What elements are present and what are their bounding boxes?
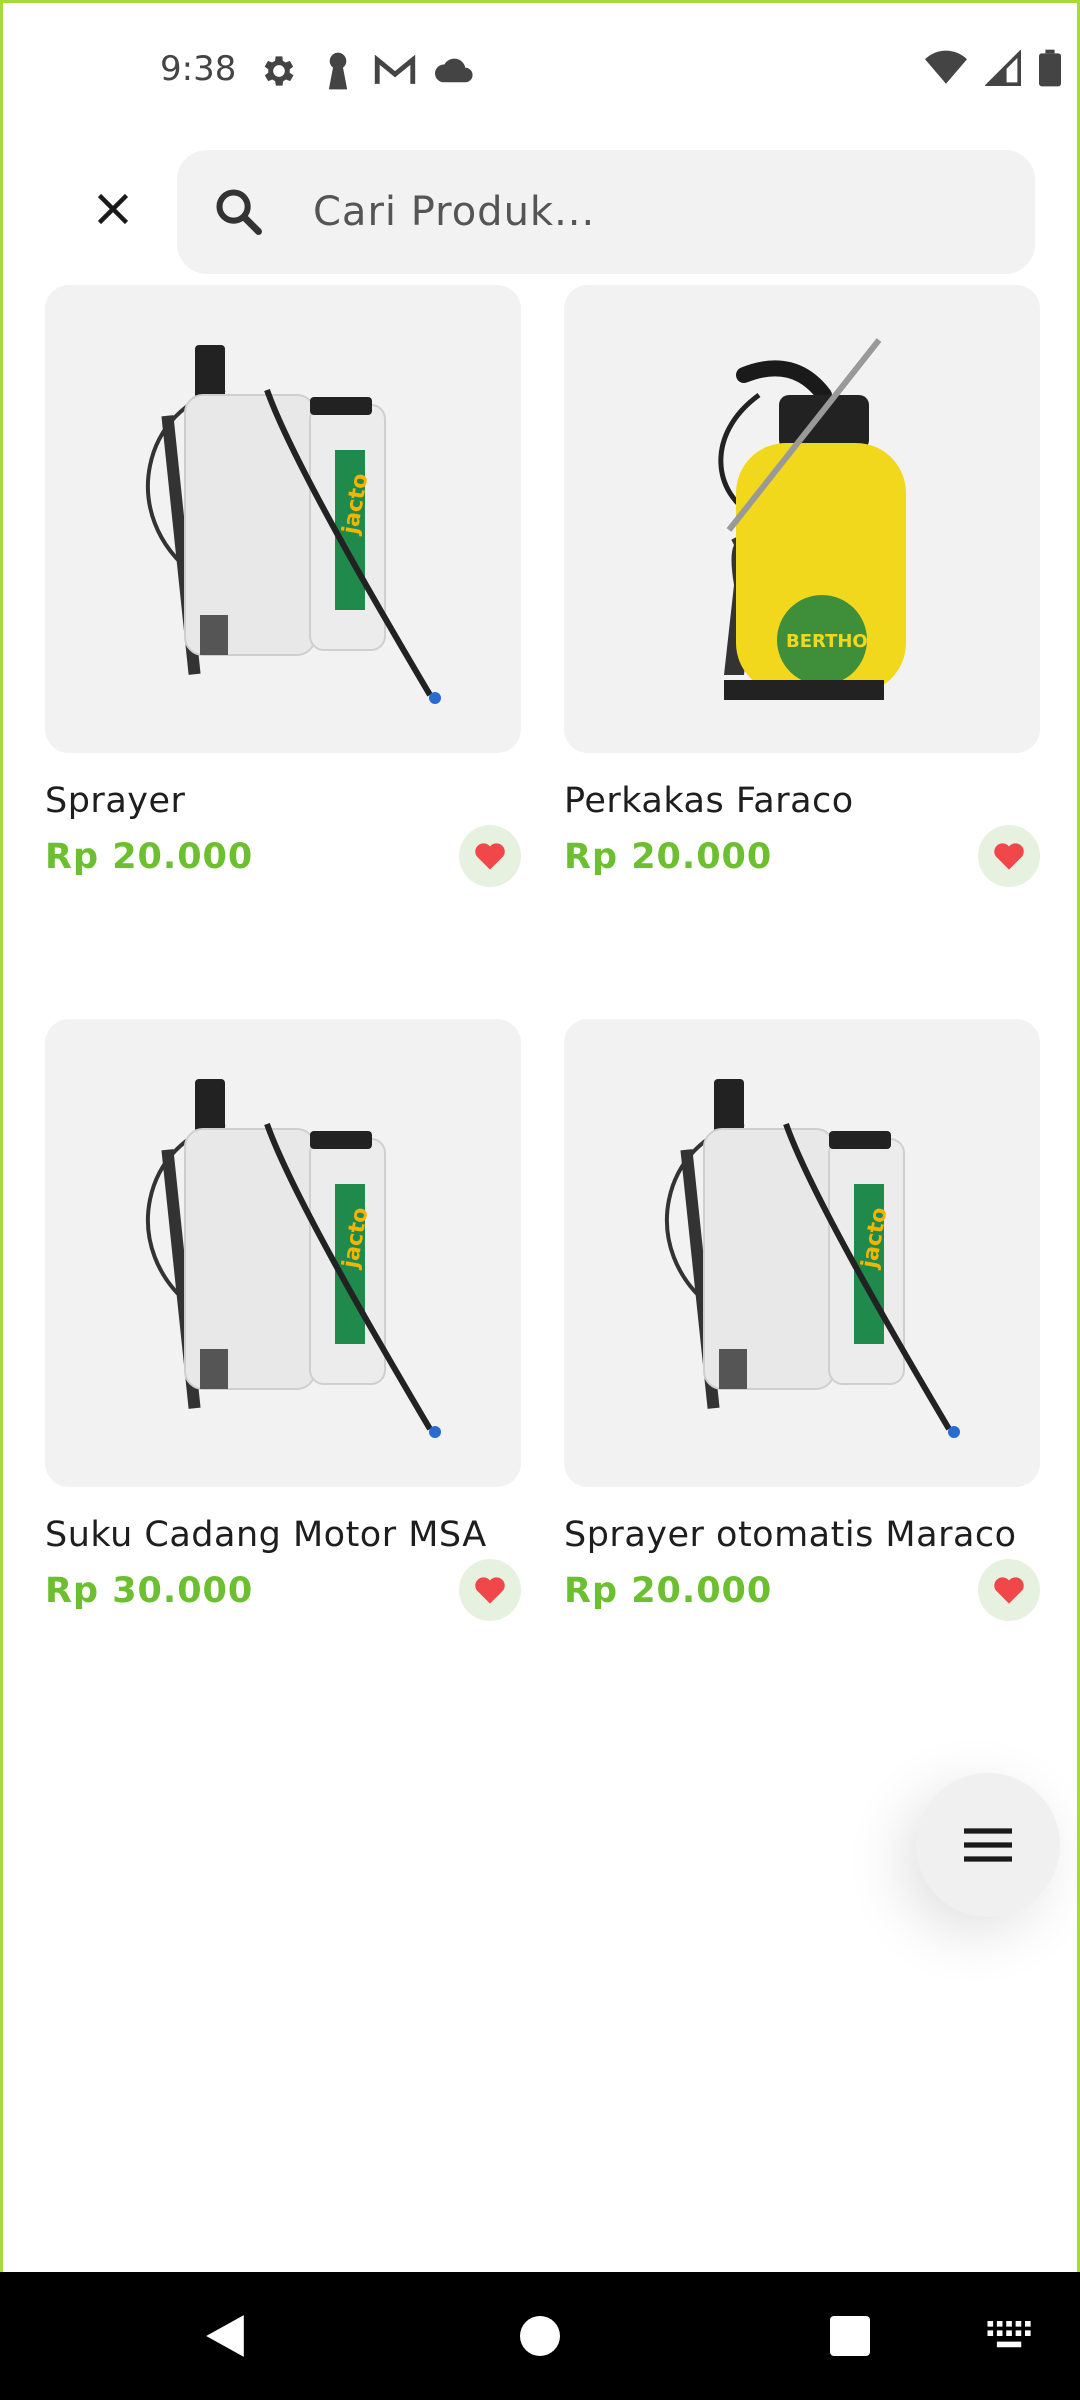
- back-icon: [206, 2315, 244, 2357]
- favorite-button[interactable]: [978, 825, 1040, 887]
- home-icon: [520, 2316, 560, 2356]
- favorite-button[interactable]: [978, 1559, 1040, 1621]
- backpack-sprayer-image: jacto: [146, 345, 441, 704]
- product-name: Perkakas Faraco: [564, 781, 854, 821]
- gmail-icon: [374, 54, 416, 84]
- signal-icon: [985, 50, 1021, 86]
- favorite-button[interactable]: [459, 1559, 521, 1621]
- product-image[interactable]: jacto: [45, 1019, 521, 1487]
- product-price: Rp 20.000: [564, 837, 773, 877]
- heart-icon: [994, 843, 1024, 870]
- product-price: Rp 20.000: [564, 1571, 773, 1611]
- menu-fab[interactable]: [916, 1773, 1060, 1917]
- status-time: 9:38: [160, 49, 237, 89]
- search-input[interactable]: [313, 178, 993, 246]
- heart-icon: [475, 1577, 505, 1604]
- backpack-sprayer-image: jacto: [665, 1079, 960, 1438]
- gear-icon: [264, 56, 294, 86]
- product-name: Sprayer: [45, 781, 186, 821]
- product-name: Sprayer otomatis Maraco: [564, 1515, 1017, 1555]
- system-nav-bar: [0, 2272, 1080, 2400]
- status-bar: 9:38: [3, 3, 1077, 139]
- nav-home-button[interactable]: [505, 2272, 575, 2400]
- app-screen: 9:38 jacto: [0, 0, 1080, 2272]
- product-card[interactable]: jacto Suku Cadang Motor MSA Rp 30.000: [45, 1019, 521, 1621]
- heart-icon: [994, 1577, 1024, 1604]
- pressure-sprayer-image: BERTHOUD: [718, 338, 906, 700]
- product-image[interactable]: BERTHOUD: [564, 285, 1040, 753]
- close-button[interactable]: [85, 181, 141, 237]
- cloud-icon: [435, 58, 473, 83]
- product-card[interactable]: BERTHOUD Perkakas Faraco Rp 20.000: [564, 285, 1040, 887]
- product-image[interactable]: jacto: [45, 285, 521, 753]
- nav-recents-button[interactable]: [815, 2272, 885, 2400]
- backpack-sprayer-image: jacto: [146, 1079, 441, 1438]
- svg-text:BERTHOUD: BERTHOUD: [786, 631, 897, 652]
- search-bar[interactable]: [177, 150, 1035, 274]
- favorite-button[interactable]: [459, 825, 521, 887]
- product-card[interactable]: jacto Sprayer Rp 20.000: [45, 285, 521, 887]
- search-icon: [216, 189, 262, 235]
- product-price: Rp 30.000: [45, 1571, 254, 1611]
- wifi-icon: [925, 50, 967, 84]
- product-name: Suku Cadang Motor MSA: [45, 1515, 487, 1555]
- battery-icon: [1039, 49, 1061, 87]
- nav-back-button[interactable]: [190, 2272, 260, 2400]
- menu-icon: [964, 1828, 1012, 1862]
- keyboard-icon: [987, 2321, 1031, 2348]
- product-card[interactable]: jacto Sprayer otomatis Maraco Rp 20.000: [564, 1019, 1040, 1621]
- keyhole-icon: [328, 52, 348, 90]
- product-price: Rp 20.000: [45, 837, 254, 877]
- close-icon: [97, 193, 129, 225]
- nav-keyboard-button[interactable]: [975, 2272, 1045, 2400]
- heart-icon: [475, 843, 505, 870]
- status-right: [925, 49, 1061, 87]
- product-image[interactable]: jacto: [564, 1019, 1040, 1487]
- recents-icon: [830, 2316, 870, 2356]
